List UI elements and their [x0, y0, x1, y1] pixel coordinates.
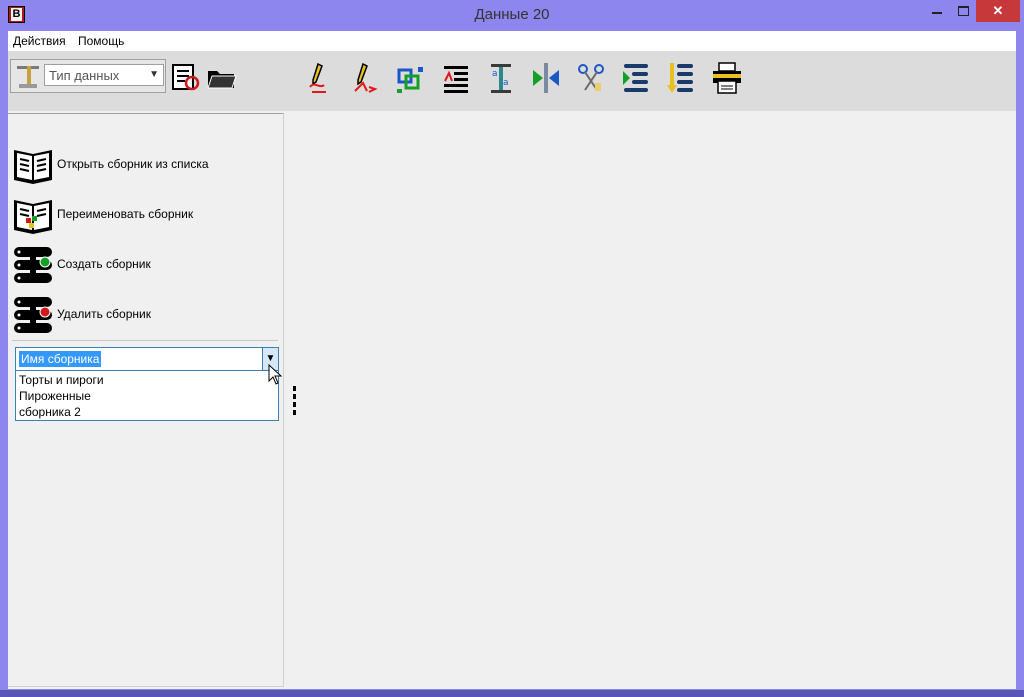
- open-folder-icon[interactable]: [206, 61, 238, 95]
- create-collection-command[interactable]: Создать сборник: [12, 244, 272, 286]
- menu-bar: Действия Помощь: [8, 31, 1016, 51]
- rename-book-icon: [14, 200, 52, 234]
- splitter-handle-icon[interactable]: [293, 386, 297, 416]
- pencil-text-icon[interactable]: [349, 61, 381, 95]
- delete-collection-command[interactable]: Удалить сборник: [12, 294, 272, 336]
- collections-panel: Открыть сборник из списка Переименовать …: [8, 113, 284, 687]
- list-sort-icon[interactable]: [665, 61, 697, 95]
- data-type-select[interactable]: Тип данных ▼: [44, 64, 164, 86]
- data-type-group: Тип данных ▼: [10, 59, 166, 93]
- data-type-icon: [17, 66, 39, 88]
- text-replace-icon[interactable]: a a: [485, 61, 517, 95]
- mouse-cursor-icon: [268, 364, 282, 385]
- chevron-down-icon: ▼: [149, 69, 159, 80]
- minimize-button[interactable]: [924, 0, 950, 22]
- toolbar: Тип данных ▼ a a: [8, 51, 1016, 111]
- client-area: Действия Помощь Тип данных ▼ a a Открыть…: [8, 31, 1016, 689]
- panel-divider: [12, 340, 278, 341]
- open-book-icon: [14, 150, 52, 184]
- list-edit-icon[interactable]: [440, 61, 472, 95]
- title-bar[interactable]: B Данные 20 ✕: [0, 0, 1024, 30]
- svg-text:a: a: [492, 69, 498, 79]
- close-button[interactable]: ✕: [976, 0, 1020, 22]
- combobox-selected-text[interactable]: Имя сборника: [19, 351, 102, 367]
- collection-name-combobox[interactable]: Имя сборника ▼: [15, 347, 279, 371]
- merge-arrows-icon[interactable]: [530, 61, 562, 95]
- add-database-icon: [14, 247, 52, 283]
- printer-icon[interactable]: [711, 61, 743, 95]
- menu-help[interactable]: Помощь: [78, 34, 124, 48]
- import-doc-icon[interactable]: [170, 61, 202, 95]
- rename-collection-command[interactable]: Переименовать сборник: [12, 194, 272, 236]
- list-move-icon[interactable]: [620, 61, 652, 95]
- link-squares-icon[interactable]: [394, 61, 426, 95]
- svg-text:a: a: [503, 78, 509, 88]
- menu-actions[interactable]: Действия: [13, 34, 66, 48]
- scissors-icon[interactable]: [575, 61, 607, 95]
- list-item[interactable]: сборника 2: [19, 405, 81, 419]
- app-window: B Данные 20 ✕ Действия Помощь Тип данных…: [0, 0, 1024, 690]
- window-title: Данные 20: [474, 6, 550, 23]
- maximize-button[interactable]: [950, 0, 976, 22]
- delete-database-icon: [14, 297, 52, 333]
- taskbar: [0, 690, 1024, 697]
- collection-dropdown-list: Торты и пироги Пироженные сборника 2: [15, 371, 279, 421]
- list-item[interactable]: Пироженные: [19, 389, 91, 403]
- pencil-edit-icon[interactable]: [304, 61, 336, 95]
- open-collection-command[interactable]: Открыть сборник из списка: [12, 144, 272, 186]
- list-item[interactable]: Торты и пироги: [19, 373, 104, 387]
